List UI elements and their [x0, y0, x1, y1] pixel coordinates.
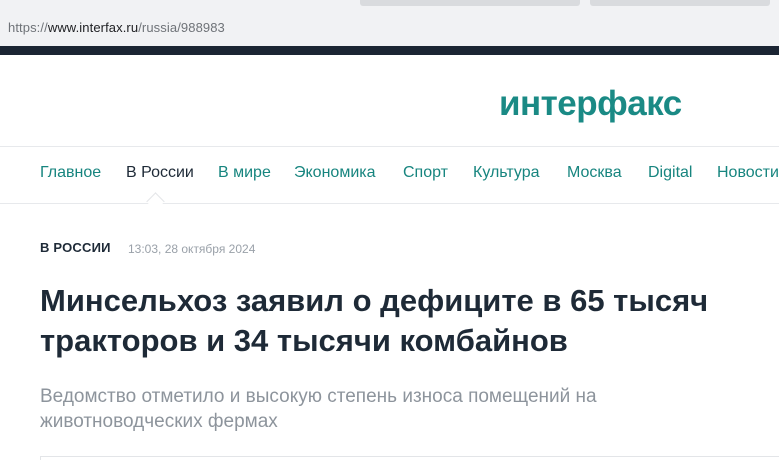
nav-item-russia[interactable]: В России [126, 164, 194, 182]
nav-item-moscow[interactable]: Москва [567, 164, 622, 182]
svg-text:интерфакс: интерфакс [499, 84, 682, 123]
nav-item-news[interactable]: Новости [717, 164, 779, 182]
article-lead: Ведомство отметило и высокую степень изн… [40, 386, 597, 432]
nav-item-sport[interactable]: Спорт [403, 164, 448, 182]
browser-tab[interactable] [590, 0, 770, 6]
active-nav-indicator [146, 192, 165, 211]
article-headline: Минсельхоз заявил о дефиците в 65 тысяч … [40, 283, 709, 358]
main-navigation: Главное В России В мире Экономика Спорт … [0, 146, 779, 211]
article-timestamp: 13:03, 28 октября 2024 [128, 242, 256, 256]
article-rubric[interactable]: В РОССИИ [40, 240, 111, 255]
header-top-bar [0, 46, 779, 55]
site-header: интерфакс [0, 55, 779, 146]
browser-tab[interactable] [360, 0, 580, 6]
article-body-frame [40, 456, 779, 460]
interfax-logo[interactable]: интерфакс [499, 72, 694, 134]
page: https://www.interfax.ru/russia/988983 ин… [0, 0, 779, 460]
browser-tab-strip [0, 0, 779, 8]
nav-item-culture[interactable]: Культура [473, 164, 540, 182]
nav-item-world[interactable]: В мире [218, 164, 271, 182]
nav-item-economy[interactable]: Экономика [294, 164, 376, 182]
address-bar[interactable]: https://www.interfax.ru/russia/988983 [0, 8, 779, 46]
nav-item-digital[interactable]: Digital [648, 164, 692, 182]
url-text[interactable]: https://www.interfax.ru/russia/988983 [8, 20, 225, 35]
nav-item-main[interactable]: Главное [40, 164, 101, 182]
